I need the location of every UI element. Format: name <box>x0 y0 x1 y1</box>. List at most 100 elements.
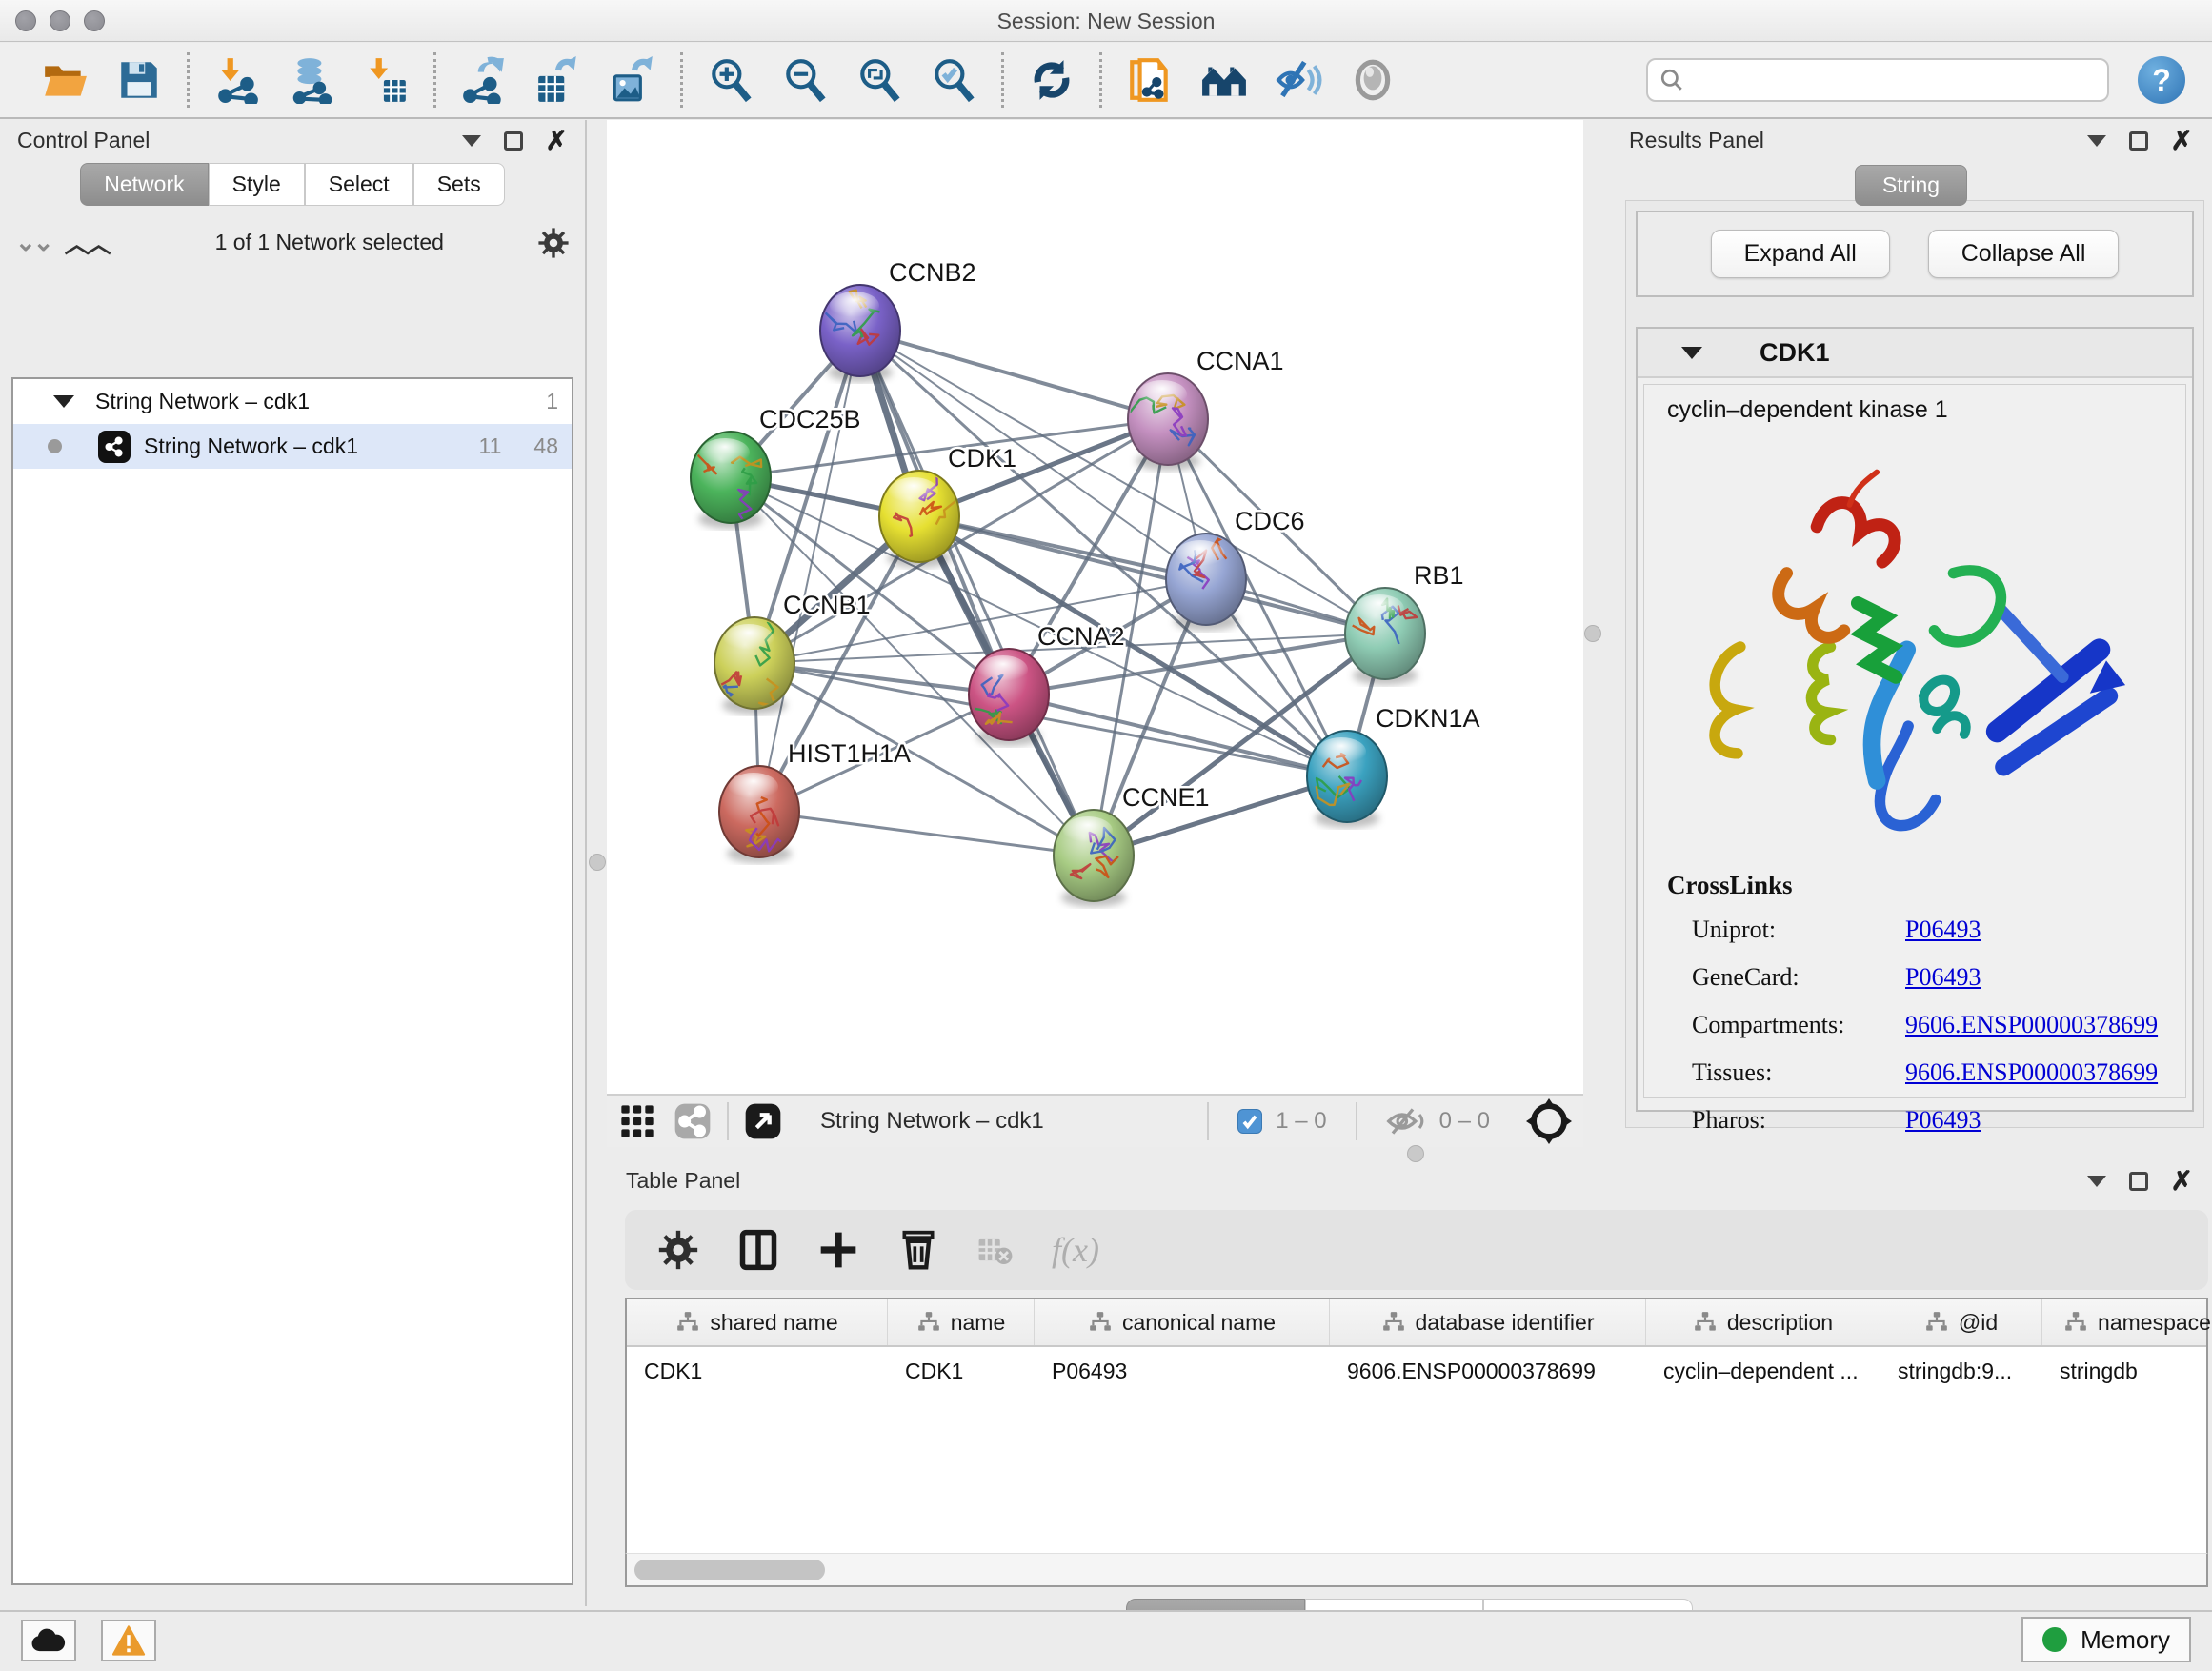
gene-details: cyclin–dependent kinase 1 <box>1643 384 2186 1098</box>
network-node-RB1[interactable]: RB1 <box>1345 561 1464 685</box>
delete-column-icon[interactable] <box>897 1229 939 1271</box>
panel-close-button[interactable]: ✗ <box>2171 1172 2193 1191</box>
help-icon[interactable]: ? <box>2138 56 2185 104</box>
node-count: 11 <box>479 433 502 459</box>
create-column-icon[interactable] <box>817 1229 859 1271</box>
panel-float-button[interactable] <box>504 131 523 151</box>
search-input[interactable] <box>1684 68 2096 92</box>
expand-all-button[interactable]: Expand All <box>1711 230 1890 278</box>
table-row[interactable]: CDK1CDK1P064939606.ENSP00000378699cyclin… <box>627 1347 2206 1397</box>
crosslink-link[interactable]: P06493 <box>1905 916 1981 944</box>
zoom-selected-icon[interactable] <box>929 55 978 105</box>
save-session-icon[interactable] <box>114 55 164 105</box>
network-node-CCNA1[interactable]: CCNA1 <box>1128 347 1284 471</box>
panel-menu-caret[interactable] <box>2087 1176 2106 1187</box>
splitter-handle[interactable] <box>1407 1145 1424 1162</box>
gear-icon[interactable] <box>537 227 570 259</box>
selected-checkbox-icon[interactable] <box>1237 1109 1262 1134</box>
delete-table-icon[interactable] <box>977 1232 1014 1268</box>
scrollbar-thumb[interactable] <box>634 1560 825 1580</box>
panel-float-button[interactable] <box>2129 1172 2148 1191</box>
string-network-graph[interactable]: CCNB2CCNA1CDC25BCDK1CDC6RB1CCNB1CCNA2CDK… <box>607 120 1583 1094</box>
function-builder-icon[interactable]: f(x) <box>1052 1230 1099 1270</box>
birdseye-icon[interactable] <box>1526 1098 1572 1144</box>
show-columns-icon[interactable] <box>737 1229 779 1271</box>
tab-select[interactable]: Select <box>305 163 413 206</box>
network-node-CDC6[interactable]: CDC6 <box>1166 507 1305 631</box>
warnings-button[interactable] <box>101 1620 156 1661</box>
column-header-name[interactable]: name <box>888 1299 1035 1345</box>
panel-menu-caret[interactable] <box>2087 135 2106 147</box>
tab-network[interactable]: Network <box>80 163 208 206</box>
table-header-row: shared namenamecanonical namedatabase id… <box>627 1299 2206 1347</box>
memory-button[interactable]: Memory <box>2021 1617 2191 1662</box>
string-document-icon[interactable] <box>1125 55 1175 105</box>
eye-icon[interactable] <box>1348 55 1398 105</box>
crosslink-row: Tissues:9606.ENSP00000378699 <box>1667 1058 2170 1087</box>
table-cell[interactable]: cyclin–dependent ... <box>1646 1347 1880 1397</box>
gene-section-header[interactable]: CDK1 <box>1638 329 2192 378</box>
import-database-icon[interactable] <box>287 55 336 105</box>
collapse-all-networks-icon[interactable]: ︿︿ <box>65 225 109 260</box>
column-header-database-identifier[interactable]: database identifier <box>1330 1299 1646 1345</box>
panel-close-button[interactable]: ✗ <box>546 131 568 151</box>
column-header-description[interactable]: description <box>1646 1299 1880 1345</box>
column-header-@id[interactable]: @id <box>1880 1299 2042 1345</box>
network-node-CCNE1[interactable]: CCNE1 <box>1054 783 1210 907</box>
homes-icon[interactable] <box>1199 55 1249 105</box>
export-table-icon[interactable] <box>533 55 583 105</box>
crosslink-link[interactable]: P06493 <box>1905 963 1981 992</box>
zoom-in-icon[interactable] <box>706 55 755 105</box>
network-node-CCNA2[interactable]: CCNA2 <box>969 622 1125 746</box>
table-gear-icon[interactable] <box>657 1229 699 1271</box>
cloud-button[interactable] <box>21 1620 76 1661</box>
network-node-CDKN1A[interactable]: CDKN1A <box>1307 704 1480 828</box>
refresh-icon[interactable] <box>1027 55 1076 105</box>
grid-view-icon[interactable] <box>618 1102 656 1140</box>
tab-string[interactable]: String <box>1855 165 1967 206</box>
column-header-shared-name[interactable]: shared name <box>627 1299 888 1345</box>
zoom-out-icon[interactable] <box>780 55 830 105</box>
open-session-icon[interactable] <box>40 55 90 105</box>
panel-menu-caret[interactable] <box>462 135 481 147</box>
collection-expand-caret[interactable] <box>53 395 74 408</box>
import-table-icon[interactable] <box>361 55 411 105</box>
network-view-canvas[interactable]: CCNB2CCNA1CDC25BCDK1CDC6RB1CCNB1CCNA2CDK… <box>607 120 1583 1094</box>
detach-view-icon[interactable] <box>744 1102 782 1140</box>
import-network-icon[interactable] <box>212 55 262 105</box>
table-cell[interactable]: 9606.ENSP00000378699 <box>1330 1347 1646 1397</box>
column-header-canonical-name[interactable]: canonical name <box>1035 1299 1330 1345</box>
network-node-HIST1H1A[interactable]: HIST1H1A <box>719 739 911 863</box>
table-cell[interactable]: CDK1 <box>627 1347 888 1397</box>
splitter-handle[interactable] <box>1584 625 1601 642</box>
table-horizontal-scrollbar[interactable] <box>625 1553 2208 1587</box>
expand-all-networks-icon[interactable]: ⌄⌄ <box>15 228 51 257</box>
crosslink-link[interactable]: P06493 <box>1905 1106 1981 1135</box>
share-view-icon[interactable] <box>674 1102 712 1140</box>
crosslink-row: Uniprot:P06493 <box>1667 916 2170 944</box>
table-cell[interactable]: P06493 <box>1035 1347 1330 1397</box>
panel-close-button[interactable]: ✗ <box>2171 131 2193 151</box>
export-image-icon[interactable] <box>608 55 657 105</box>
network-collection-row[interactable]: String Network – cdk1 1 <box>13 379 572 424</box>
table-cell[interactable]: CDK1 <box>888 1347 1035 1397</box>
table-cell[interactable]: stringdb <box>2042 1347 2212 1397</box>
tab-style[interactable]: Style <box>209 163 305 206</box>
eye-slash-icon[interactable] <box>1274 55 1323 105</box>
tab-sets[interactable]: Sets <box>413 163 505 206</box>
export-network-icon[interactable] <box>459 55 509 105</box>
panel-float-button[interactable] <box>2129 131 2148 151</box>
column-header-namespace[interactable]: namespace <box>2042 1299 2212 1345</box>
search-field[interactable] <box>1646 58 2109 102</box>
crosslink-link[interactable]: 9606.ENSP00000378699 <box>1905 1058 2158 1087</box>
crosslink-link[interactable]: 9606.ENSP00000378699 <box>1905 1011 2158 1039</box>
crosslink-label: Tissues: <box>1667 1058 1905 1087</box>
collapse-all-button[interactable]: Collapse All <box>1928 230 2120 278</box>
gene-collapse-caret[interactable] <box>1681 347 1702 359</box>
table-cell[interactable]: stringdb:9... <box>1880 1347 2042 1397</box>
zoom-fit-icon[interactable] <box>855 55 904 105</box>
network-node-CDC25B[interactable]: CDC25B <box>691 405 861 529</box>
splitter-handle[interactable] <box>589 854 606 871</box>
network-row[interactable]: String Network – cdk1 11 48 <box>13 424 572 469</box>
network-view-title: String Network – cdk1 <box>820 1108 1044 1135</box>
